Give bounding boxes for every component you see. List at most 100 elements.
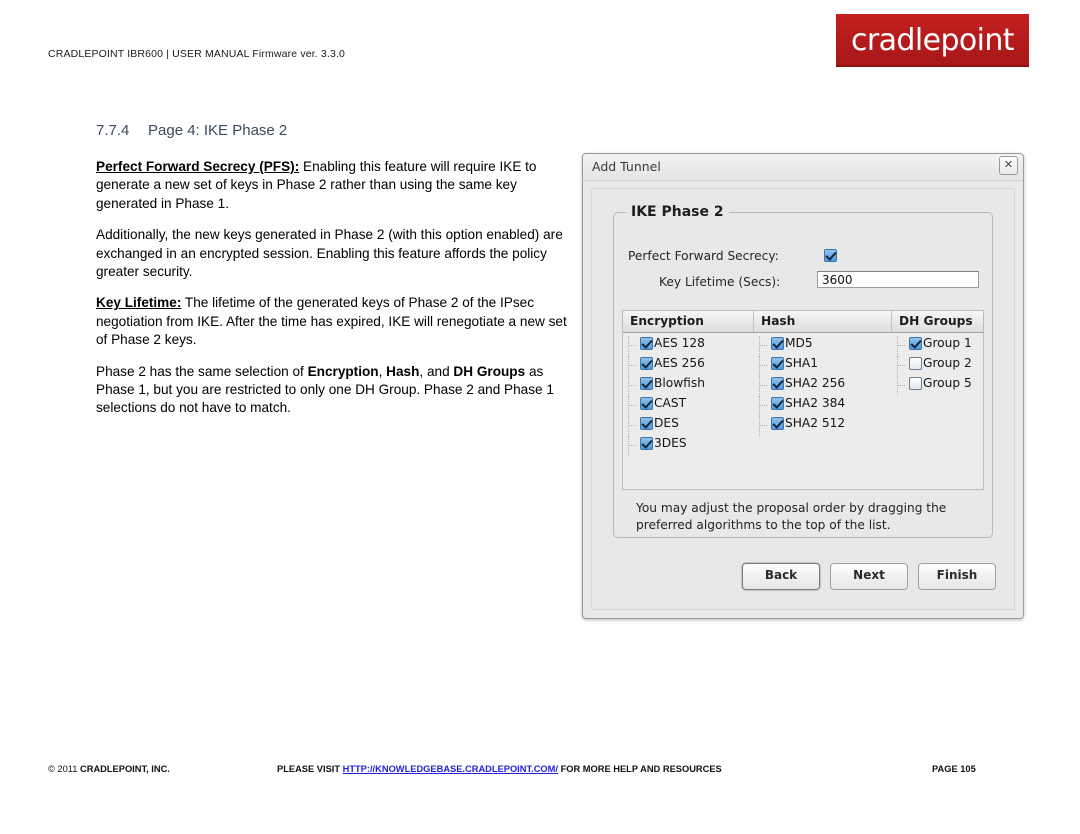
tree-line-icon xyxy=(759,416,769,436)
option-row[interactable]: Blowfish xyxy=(623,376,754,396)
term-key-lifetime: Key Lifetime: xyxy=(96,295,182,311)
back-button[interactable]: Back xyxy=(742,563,820,590)
option-row[interactable]: Group 1 xyxy=(892,336,983,356)
tree-line-icon xyxy=(628,376,638,396)
table-header-row: Encryption Hash DH Groups xyxy=(623,310,983,333)
option-row[interactable]: DES xyxy=(623,416,754,436)
hash-option-list: MD5 SHA1 SHA2 256 SHA2 384 SHA2 512 xyxy=(754,333,892,456)
option-row[interactable]: SHA2 256 xyxy=(754,376,892,396)
dialog-titlebar[interactable]: Add Tunnel ✕ xyxy=(583,154,1023,181)
option-row[interactable]: AES 128 xyxy=(623,336,754,356)
ike-phase-2-fieldset: IKE Phase 2 Perfect Forward Secrecy: Key… xyxy=(613,204,993,538)
add-tunnel-dialog: Add Tunnel ✕ IKE Phase 2 Perfect Forward… xyxy=(582,153,1024,619)
section-title: Page 4: IKE Phase 2 xyxy=(148,122,288,139)
option-checkbox[interactable] xyxy=(909,357,922,370)
pfs-label: Perfect Forward Secrecy: xyxy=(628,249,779,263)
option-row[interactable]: AES 256 xyxy=(623,356,754,376)
tree-line-icon xyxy=(897,376,907,396)
tree-line-icon xyxy=(897,356,907,376)
option-row[interactable]: SHA1 xyxy=(754,356,892,376)
option-row[interactable]: CAST xyxy=(623,396,754,416)
page-title: 7.7.4 Page 4: IKE Phase 2 xyxy=(96,122,287,139)
selection-text-a: Phase 2 has the same selection of xyxy=(96,363,308,379)
body-copy: Perfect Forward Secrecy (PFS): Enabling … xyxy=(96,158,568,418)
tree-line-icon xyxy=(628,336,638,356)
option-label: Group 1 xyxy=(923,336,972,350)
paragraph-key-lifetime: Key Lifetime: The lifetime of the genera… xyxy=(96,294,568,349)
cradlepoint-logo: cradlepoint xyxy=(836,14,1029,67)
option-checkbox[interactable] xyxy=(771,417,784,430)
option-row[interactable]: Group 2 xyxy=(892,356,983,376)
option-checkbox[interactable] xyxy=(909,377,922,390)
selection-text-d: , and xyxy=(419,363,454,379)
option-row[interactable]: 3DES xyxy=(623,436,754,456)
option-checkbox[interactable] xyxy=(909,337,922,350)
term-encryption: Encryption xyxy=(307,363,379,379)
option-row[interactable]: MD5 xyxy=(754,336,892,356)
tree-line-icon xyxy=(628,416,638,436)
tree-line-icon xyxy=(628,396,638,416)
table-body: AES 128 AES 256 Blowfish CAST DES 3DES MD5 SHA… xyxy=(623,333,983,456)
option-row[interactable]: Group 5 xyxy=(892,376,983,396)
column-header-hash[interactable]: Hash xyxy=(754,311,892,332)
next-button[interactable]: Next xyxy=(830,563,908,590)
logo-wordmark: cradlepoint xyxy=(851,23,1015,58)
proposal-order-note: You may adjust the proposal order by dra… xyxy=(636,501,947,532)
option-label: SHA2 512 xyxy=(785,416,846,430)
tree-line-icon xyxy=(628,436,638,456)
paragraph-pfs: Perfect Forward Secrecy (PFS): Enabling … xyxy=(96,158,568,213)
page-footer: © 2011 CRADLEPOINT, INC. PLEASE VISIT HT… xyxy=(0,764,1080,780)
option-label: SHA2 256 xyxy=(785,376,846,390)
option-checkbox[interactable] xyxy=(771,337,784,350)
option-checkbox[interactable] xyxy=(771,397,784,410)
dialog-title: Add Tunnel xyxy=(592,159,661,174)
dialog-body: IKE Phase 2 Perfect Forward Secrecy: Key… xyxy=(591,188,1015,610)
finish-button[interactable]: Finish xyxy=(918,563,996,590)
footer-copyright-year: © 2011 xyxy=(48,764,81,774)
term-pfs: Perfect Forward Secrecy (PFS): xyxy=(96,159,300,174)
footer-tail: FOR MORE HELP AND RESOURCES xyxy=(558,764,722,774)
option-label: Blowfish xyxy=(654,376,705,390)
tree-line-icon xyxy=(628,356,638,376)
option-label: SHA1 xyxy=(785,356,818,370)
option-label: AES 256 xyxy=(654,356,705,370)
term-dh-groups: DH Groups xyxy=(453,363,526,379)
column-header-dh-groups[interactable]: DH Groups xyxy=(892,311,983,332)
pfs-checkbox[interactable] xyxy=(824,249,837,262)
option-checkbox[interactable] xyxy=(640,357,653,370)
close-icon[interactable]: ✕ xyxy=(999,156,1018,175)
footer-knowledgebase-link[interactable]: HTTP://KNOWLEDGEBASE.CRADLEPOINT.COM/ xyxy=(343,764,558,774)
option-label: SHA2 384 xyxy=(785,396,846,410)
footer-help-line: PLEASE VISIT HTTP://KNOWLEDGEBASE.CRADLE… xyxy=(277,764,722,774)
footer-copyright: © 2011 CRADLEPOINT, INC. xyxy=(48,764,170,774)
footer-please-visit: PLEASE VISIT xyxy=(277,764,343,774)
option-label: 3DES xyxy=(654,436,687,450)
key-lifetime-input[interactable]: 3600 xyxy=(817,271,979,288)
tree-line-icon xyxy=(897,336,907,356)
option-checkbox[interactable] xyxy=(640,397,653,410)
option-checkbox[interactable] xyxy=(640,417,653,430)
option-row[interactable]: SHA2 384 xyxy=(754,396,892,416)
algorithm-table: Encryption Hash DH Groups AES 128 AES 256… xyxy=(622,310,984,490)
option-checkbox[interactable] xyxy=(771,377,784,390)
option-checkbox[interactable] xyxy=(640,437,653,450)
term-hash: Hash xyxy=(386,363,420,379)
option-label: Group 5 xyxy=(923,376,972,390)
tree-line-icon xyxy=(759,376,769,396)
paragraph-additionally: Additionally, the new keys generated in … xyxy=(96,227,563,280)
tree-line-icon xyxy=(759,356,769,376)
column-header-encryption[interactable]: Encryption xyxy=(623,311,754,332)
option-checkbox[interactable] xyxy=(771,357,784,370)
option-checkbox[interactable] xyxy=(640,377,653,390)
option-label: CAST xyxy=(654,396,687,410)
dh-groups-option-list: Group 1 Group 2 Group 5 xyxy=(892,333,983,456)
section-number: 7.7.4 xyxy=(96,122,130,139)
encryption-option-list: AES 128 AES 256 Blowfish CAST DES 3DES xyxy=(623,333,754,456)
key-lifetime-label: Key Lifetime (Secs): xyxy=(659,275,781,289)
tree-line-icon xyxy=(759,396,769,416)
footer-copyright-company: CRADLEPOINT, INC. xyxy=(80,764,170,774)
option-label: MD5 xyxy=(785,336,813,350)
paragraph-selection: Phase 2 has the same selection of Encryp… xyxy=(96,363,568,418)
option-checkbox[interactable] xyxy=(640,337,653,350)
option-row[interactable]: SHA2 512 xyxy=(754,416,892,436)
